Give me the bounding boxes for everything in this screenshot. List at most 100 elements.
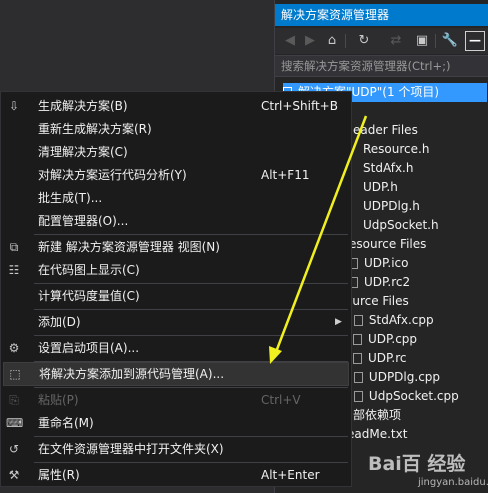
tree-item-label: StdAfx.h (363, 161, 414, 175)
tree-folder[interactable]: ource Files (345, 292, 409, 311)
file-icon (353, 315, 363, 326)
wrench-icon: ⚒ (8, 468, 20, 482)
watermark-logo: Bai百 经验 (368, 453, 466, 475)
tree-item-label: UDPDlg.cpp (368, 370, 441, 384)
tree-file[interactable]: Resource.h (363, 140, 429, 159)
tree-item-label: ource Files (345, 294, 409, 308)
watermark-url: jingyan.baidu.com (418, 477, 488, 488)
sync-icon[interactable]: ⇄ (387, 32, 405, 50)
tree-item-label: UDP.rc2 (364, 275, 411, 289)
tree-file[interactable]: UDP.ico (349, 254, 408, 273)
submenu-arrow-icon: ▶ (335, 317, 342, 327)
search-input[interactable]: 搜索解决方案资源管理器(Ctrl+;) (275, 55, 488, 77)
tree-file[interactable]: UDPDlg.h (363, 197, 420, 216)
rename-icon: ⌨ (6, 416, 24, 430)
tree-item-label: eadMe.txt (347, 427, 408, 441)
menu-item-configuration-manager[interactable]: 配置管理器(O)... (1, 209, 351, 233)
new-view-icon: ⧉ (9, 240, 19, 254)
tree-item-label: Resource.h (363, 142, 430, 156)
menu-item-label: 重新生成解决方案(R) (38, 122, 152, 136)
back-icon[interactable]: ◀ (281, 32, 299, 50)
menu-item-label: 批生成(T)... (38, 191, 103, 205)
tree-file[interactable]: UDP.rc2 (349, 273, 410, 292)
menu-item-label: 计算代码度量值(C) (38, 289, 140, 303)
gear-icon: ⚙ (8, 341, 20, 355)
tree-file[interactable]: ▶UDPDlg.cpp (339, 368, 440, 387)
menu-item-run-code-analysis[interactable]: 对解决方案运行代码分析(Y) Alt+F11 (1, 163, 351, 187)
solution-explorer-title: 解决方案资源管理器 (275, 4, 488, 26)
toolbar-divider (345, 34, 346, 48)
tree-item-label: StdAfx.cpp (368, 313, 434, 327)
tree-file[interactable]: UDP.h (363, 178, 398, 197)
open-folder-icon: ↺ (8, 442, 20, 456)
tree-item-label: UDP.rc (368, 351, 407, 365)
file-icon (353, 353, 362, 364)
collapse-all-icon[interactable]: ▣ (413, 32, 431, 50)
menu-item-clean-solution[interactable]: 清理解决方案(C) (1, 140, 351, 164)
menu-item-shortcut: Alt+Enter (261, 468, 320, 482)
menu-item-rebuild-solution[interactable]: 重新生成解决方案(R) (1, 117, 351, 141)
menu-item-build-solution[interactable]: ⇩ 生成解决方案(B) Ctrl+Shift+B (1, 94, 351, 118)
tree-folder[interactable]: 部依赖项 (353, 406, 401, 425)
build-icon: ⇩ (8, 99, 20, 113)
menu-item-label: 清理解决方案(C) (38, 145, 128, 159)
menu-item-label: 设置启动项目(A)... (38, 341, 140, 355)
menu-item-open-folder-in-explorer[interactable]: ↺ 在文件资源管理器中打开文件夹(X) (1, 437, 351, 461)
tree-item-label: UDPDlg.h (363, 199, 420, 213)
tree-file[interactable]: UDP.rc (353, 349, 406, 368)
tree-item-label: 部依赖项 (353, 408, 402, 422)
menu-item-label: 在文件资源管理器中打开文件夹(X) (38, 442, 224, 456)
menu-item-label: 对解决方案运行代码分析(Y) (38, 168, 187, 182)
tree-item-label: UDP.h (363, 180, 398, 194)
menu-item-label: 属性(R) (38, 468, 80, 482)
tree-file[interactable]: UDP.cpp (353, 330, 417, 349)
menu-item-new-explorer-view[interactable]: ⧉ 新建 解决方案资源管理器 视图(N) (1, 235, 351, 259)
tree-item-label: UDP.cpp (368, 332, 418, 346)
forward-icon[interactable]: ▶ (301, 32, 319, 50)
menu-item-calculate-code-metrics[interactable]: 计算代码度量值(C) (1, 284, 351, 308)
code-map-icon: ☷ (8, 263, 20, 277)
tree-file[interactable]: ▶UdpSocket.cpp (339, 387, 459, 406)
menu-item-paste[interactable]: ⎘ 粘贴(P) Ctrl+V (1, 388, 351, 412)
menu-item-label: 将解决方案添加到源代码管理(A)... (39, 367, 225, 381)
menu-item-show-on-code-map[interactable]: ☷ 在代码图上显示(C) (1, 258, 351, 282)
file-icon (353, 391, 363, 402)
menu-item-rename[interactable]: ⌨ 重命名(M) (1, 411, 351, 435)
tree-file[interactable]: eadMe.txt (347, 425, 407, 444)
menu-item-add-to-source-control[interactable]: ⬚ 将解决方案添加到源代码管理(A)... (3, 362, 349, 386)
menu-item-label: 配置管理器(O)... (38, 214, 129, 228)
menu-item-shortcut: Ctrl+Shift+B (261, 99, 338, 113)
tree-file[interactable]: ▶StdAfx.cpp (339, 311, 434, 330)
tree-item-label: UdpSocket.cpp (368, 389, 459, 403)
tree-item-label: eader Files (353, 123, 418, 137)
menu-item-label: 在代码图上显示(C) (38, 263, 140, 277)
paste-icon: ⎘ (9, 393, 19, 407)
home-icon[interactable]: ⌂ (323, 32, 341, 50)
tree-item-label: UDP.ico (364, 256, 409, 270)
tree-item-label: UdpSocket.h (363, 218, 439, 232)
menu-item-label: 生成解决方案(B) (38, 99, 128, 113)
tree-folder[interactable]: esource Files (349, 235, 426, 254)
file-icon (353, 372, 363, 383)
toolbar-divider (435, 34, 436, 48)
tree-item-label: esource Files (349, 237, 427, 251)
pin-icon[interactable]: — (465, 31, 485, 51)
context-menu: ⇩ 生成解决方案(B) Ctrl+Shift+B 重新生成解决方案(R) 清理解… (0, 91, 352, 487)
tree-file[interactable]: StdAfx.h (363, 159, 413, 178)
menu-item-properties[interactable]: ⚒ 属性(R) Alt+Enter (1, 463, 351, 487)
menu-item-set-startup-projects[interactable]: ⚙ 设置启动项目(A)... (1, 336, 351, 360)
tree-file[interactable]: UdpSocket.h (363, 216, 439, 235)
add-to-source-control-icon: ⬚ (9, 367, 21, 381)
menu-item-label: 重命名(M) (38, 416, 94, 430)
menu-item-label: 添加(D) (38, 315, 81, 329)
menu-item-add[interactable]: 添加(D) ▶ (1, 310, 351, 334)
menu-item-batch-build[interactable]: 批生成(T)... (1, 186, 351, 210)
properties-wrench-icon[interactable]: 🔧 (441, 32, 459, 50)
menu-item-label: 新建 解决方案资源管理器 视图(N) (38, 240, 220, 254)
menu-item-label: 粘贴(P) (38, 393, 79, 407)
menu-item-shortcut: Alt+F11 (261, 168, 310, 182)
tree-folder[interactable]: eader Files (353, 121, 418, 140)
file-icon (353, 334, 362, 345)
history-icon[interactable]: ↻ (355, 32, 373, 50)
menu-item-shortcut: Ctrl+V (261, 393, 301, 407)
